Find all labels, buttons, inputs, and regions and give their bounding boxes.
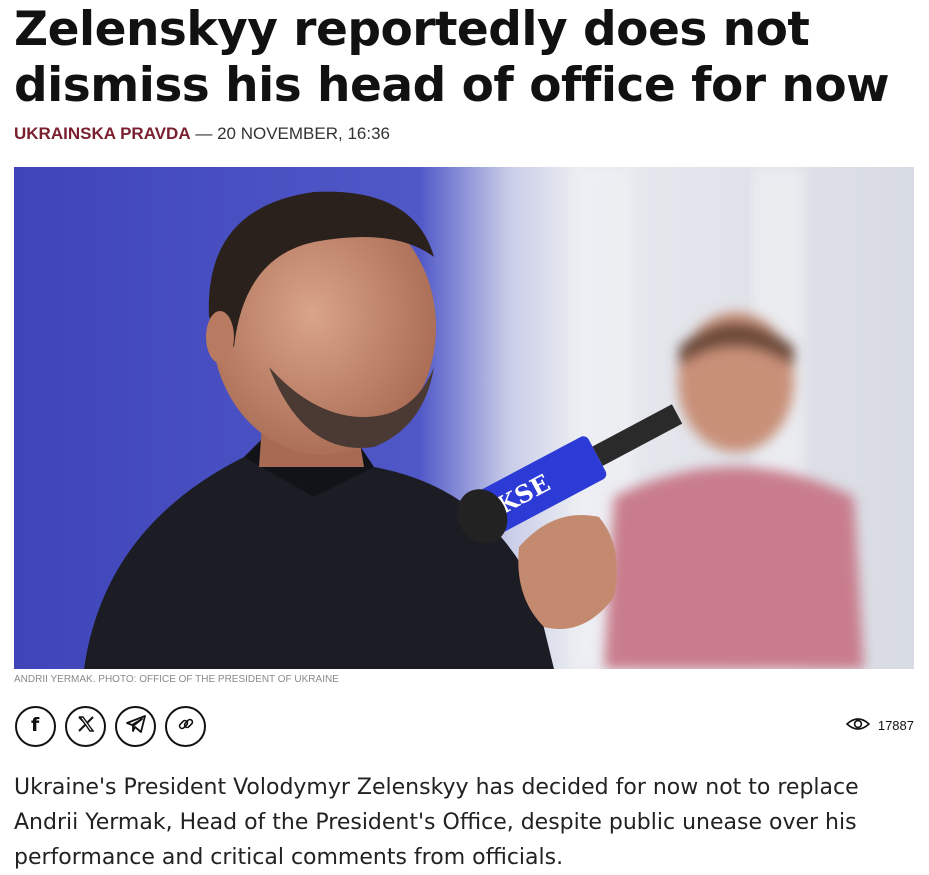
photo-caption: ANDRII YERMAK. PHOTO: OFFICE OF THE PRES… bbox=[14, 674, 339, 685]
copy-link-button[interactable] bbox=[165, 706, 206, 747]
telegram-icon bbox=[125, 715, 146, 738]
share-telegram-button[interactable] bbox=[115, 706, 156, 747]
share-x-button[interactable] bbox=[65, 706, 106, 747]
article-lede: Ukraine's President Volodymyr Zelenskyy … bbox=[14, 775, 859, 870]
article-photo: KSE bbox=[14, 167, 914, 669]
eye-icon bbox=[845, 716, 871, 735]
view-count: 17887 bbox=[877, 718, 914, 733]
article-headline: Zelenskyy reportedly does not dismiss hi… bbox=[14, 2, 890, 113]
publish-date: 20 NOVEMBER, 16:36 bbox=[217, 124, 390, 143]
link-icon bbox=[177, 715, 195, 738]
x-icon bbox=[77, 715, 95, 738]
svg-text:f: f bbox=[31, 714, 40, 734]
byline-separator: — bbox=[190, 124, 218, 143]
share-facebook-button[interactable]: f bbox=[15, 706, 56, 747]
share-bar: f bbox=[15, 706, 206, 747]
byline: UKRAINSKA PRAVDA — 20 NOVEMBER, 16:36 bbox=[14, 124, 390, 144]
view-counter: 17887 bbox=[845, 716, 914, 735]
source-link[interactable]: UKRAINSKA PRAVDA bbox=[14, 124, 191, 143]
facebook-icon: f bbox=[27, 714, 45, 739]
